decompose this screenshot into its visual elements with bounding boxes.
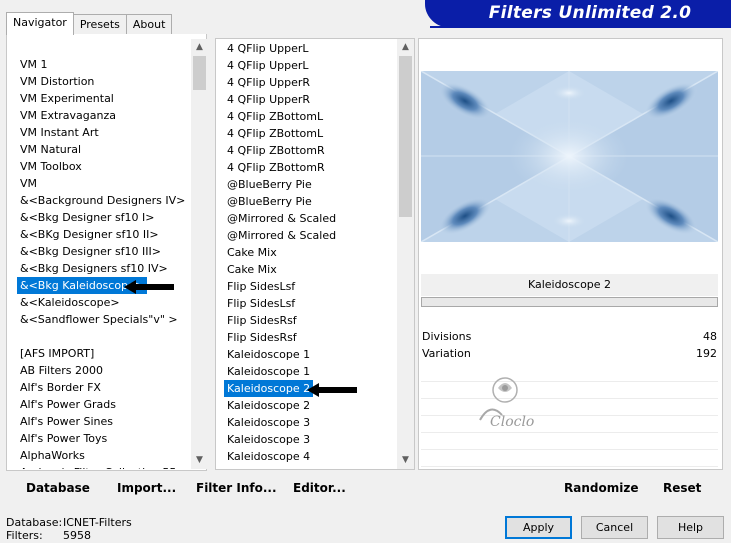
category-item[interactable]: Alf's Border FX	[20, 379, 101, 396]
filter-item[interactable]: Cake Mix	[227, 244, 277, 261]
status-database: Database: ICNET-Filters	[6, 516, 132, 529]
filter-item[interactable]: Flip SidesLsf	[227, 278, 295, 295]
selected-filter-name: Kaleidoscope 2	[421, 274, 718, 296]
scroll-up-icon[interactable]: ▲	[191, 39, 208, 56]
filter-item[interactable]: 4 QFlip ZBottomR	[227, 159, 325, 176]
tab-about[interactable]: About	[125, 14, 173, 35]
filter-item[interactable]: Kaleidoscope 3	[227, 414, 310, 431]
filter-item[interactable]: 4 QFlip UpperR	[227, 74, 310, 91]
param-value: 192	[696, 347, 717, 360]
filter-item[interactable]: Flip SidesRsf	[227, 312, 297, 329]
category-item[interactable]: VM Toolbox	[20, 158, 82, 175]
category-item[interactable]: [AFS IMPORT]	[20, 345, 94, 362]
filter-scrollbar[interactable]: ▲ ▼	[397, 39, 414, 469]
filter-item[interactable]: @BlueBerry Pie	[227, 193, 312, 210]
status-database-label: Database:	[6, 516, 63, 529]
filter-name-bar	[421, 297, 718, 307]
category-scrollbar[interactable]: ▲ ▼	[191, 39, 208, 469]
tab-navigator[interactable]: Navigator	[6, 12, 74, 35]
category-list-panel: VM 1 VM Distortion VM Experimental VM Extra…	[6, 34, 208, 471]
scroll-down-icon[interactable]: ▼	[191, 452, 208, 469]
filter-item[interactable]: Kaleidoscope 1	[227, 363, 310, 380]
category-item[interactable]: VM	[20, 175, 37, 192]
filter-item[interactable]: 4 QFlip UpperR	[227, 91, 310, 108]
status-database-value: ICNET-Filters	[63, 516, 132, 529]
help-button[interactable]: Help	[657, 516, 724, 539]
filter-item[interactable]: Kaleidoscope 2	[224, 380, 314, 397]
filter-item[interactable]: Kaleidoscope 2	[227, 397, 310, 414]
filter-item[interactable]: 4 QFlip UpperL	[227, 57, 309, 74]
randomize-button[interactable]: Randomize	[564, 478, 638, 498]
status-filters: Filters: 5958	[6, 529, 91, 542]
filter-list[interactable]: 4 QFlip UpperL 4 QFlip UpperL 4 QFlip Uppe…	[216, 39, 398, 469]
filter-item[interactable]: 4 QFlip ZBottomL	[227, 125, 323, 142]
status-filters-value: 5958	[63, 529, 91, 542]
filter-list-panel: 4 QFlip UpperL 4 QFlip UpperL 4 QFlip Uppe…	[215, 38, 415, 470]
status-filters-label: Filters:	[6, 529, 43, 542]
category-item[interactable]: VM 1	[20, 56, 48, 73]
filter-item[interactable]: @Mirrored & Scaled	[227, 210, 336, 227]
scroll-down-icon[interactable]: ▼	[397, 452, 414, 469]
category-item[interactable]: Alf's Power Grads	[20, 396, 116, 413]
scroll-up-icon[interactable]: ▲	[397, 39, 414, 56]
filter-item[interactable]: @BlueBerry Pie	[227, 176, 312, 193]
category-item[interactable]: VM Experimental	[20, 90, 114, 107]
reset-button[interactable]: Reset	[663, 478, 701, 498]
arrow-left-icon	[124, 280, 174, 294]
filter-item[interactable]: 4 QFlip ZBottomL	[227, 108, 323, 125]
database-button[interactable]: Database	[26, 478, 90, 498]
filter-item[interactable]: Kaleidoscope 4	[227, 465, 310, 469]
filter-item[interactable]: Kaleidoscope 4	[227, 448, 310, 465]
category-item[interactable]: &<BKg Designer sf10 II>	[20, 226, 159, 243]
category-item[interactable]: VM Instant Art	[20, 124, 99, 141]
category-item[interactable]: &<Bkg Designer sf10 III>	[20, 243, 161, 260]
tab-bar: Navigator Presets About	[6, 12, 173, 35]
filter-item[interactable]: Flip SidesRsf	[227, 329, 297, 346]
category-item[interactable]: Alf's Power Sines	[20, 413, 113, 430]
category-item[interactable]: &<Sandflower Specials"v" >	[20, 311, 178, 328]
filter-item[interactable]: 4 QFlip ZBottomR	[227, 142, 325, 159]
filter-item[interactable]: 4 QFlip UpperL	[227, 40, 309, 57]
tab-presets[interactable]: Presets	[72, 14, 127, 35]
category-item[interactable]: &<Background Designers IV>	[20, 192, 185, 209]
arrow-left-icon	[307, 383, 357, 397]
category-item[interactable]: AlphaWorks	[20, 447, 85, 464]
category-item[interactable]: &<Bkg Designers sf10 IV>	[20, 260, 168, 277]
filter-item[interactable]: Kaleidoscope 1	[227, 346, 310, 363]
category-item[interactable]: &<Bkg Designer sf10 I>	[20, 209, 155, 226]
scroll-thumb[interactable]	[399, 56, 412, 217]
editor-button[interactable]: Editor...	[293, 478, 346, 498]
filter-item[interactable]: Cake Mix	[227, 261, 277, 278]
param-value: 48	[703, 330, 717, 343]
category-item[interactable]: VM Distortion	[20, 73, 94, 90]
filter-item[interactable]: Kaleidoscope 3	[227, 431, 310, 448]
param-label: Variation	[422, 347, 471, 360]
category-item[interactable]: VM Extravaganza	[20, 107, 116, 124]
filter-item[interactable]: Flip SidesLsf	[227, 295, 295, 312]
app-title: Filters Unlimited 2.0	[488, 3, 692, 23]
category-list[interactable]: VM 1 VM Distortion VM Experimental VM Extra…	[7, 34, 192, 469]
cancel-button[interactable]: Cancel	[581, 516, 648, 539]
import-button[interactable]: Import...	[117, 478, 176, 498]
param-divisions[interactable]: Divisions 48	[421, 330, 718, 347]
filter-item[interactable]: @Mirrored & Scaled	[227, 227, 336, 244]
category-item[interactable]: VM Natural	[20, 141, 81, 158]
watermark-logo: Cloclo	[479, 377, 534, 430]
category-item[interactable]: Alf's Power Toys	[20, 430, 107, 447]
scroll-thumb[interactable]	[193, 56, 206, 90]
preview-image	[421, 71, 718, 242]
category-item[interactable]: Andrew's Filter Collection 55	[20, 464, 176, 469]
title-banner-underline	[430, 26, 731, 28]
param-variation[interactable]: Variation 192	[421, 347, 718, 364]
category-item[interactable]: AB Filters 2000	[20, 362, 103, 379]
watermark-text: Cloclo	[490, 414, 534, 430]
filter-info-button[interactable]: Filter Info...	[196, 478, 277, 498]
param-label: Divisions	[422, 330, 472, 343]
category-item[interactable]: &<Kaleidoscope>	[20, 294, 120, 311]
apply-button[interactable]: Apply	[505, 516, 572, 539]
